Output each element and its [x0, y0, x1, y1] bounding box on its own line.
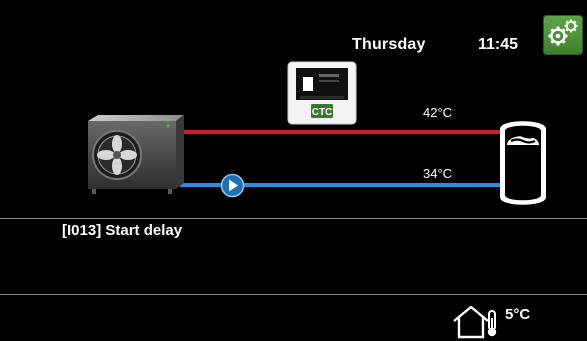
return-temperature: 34°C [423, 166, 453, 181]
supply-pipe [180, 130, 500, 134]
supply-temperature: 42°C [423, 105, 453, 120]
ctc-logo: CTC [312, 107, 333, 118]
controller-unit-icon[interactable]: CTC [286, 60, 358, 126]
system-diagram: 42°C 34°C CTC [0, 0, 587, 218]
heat-pump-unit-icon[interactable] [84, 113, 184, 195]
house-thermometer-icon[interactable] [451, 303, 501, 339]
divider-bottom [0, 294, 587, 295]
divider-top [0, 218, 587, 219]
outdoor-temperature: 5°C [505, 306, 531, 323]
heat-pump-display: Thursday 11:45 42°C 34°C CTC [I013] Star… [0, 0, 587, 341]
circulation-pump-icon[interactable] [220, 173, 245, 198]
status-message: [I013] Start delay [62, 222, 183, 239]
water-tank-icon[interactable] [497, 117, 549, 207]
